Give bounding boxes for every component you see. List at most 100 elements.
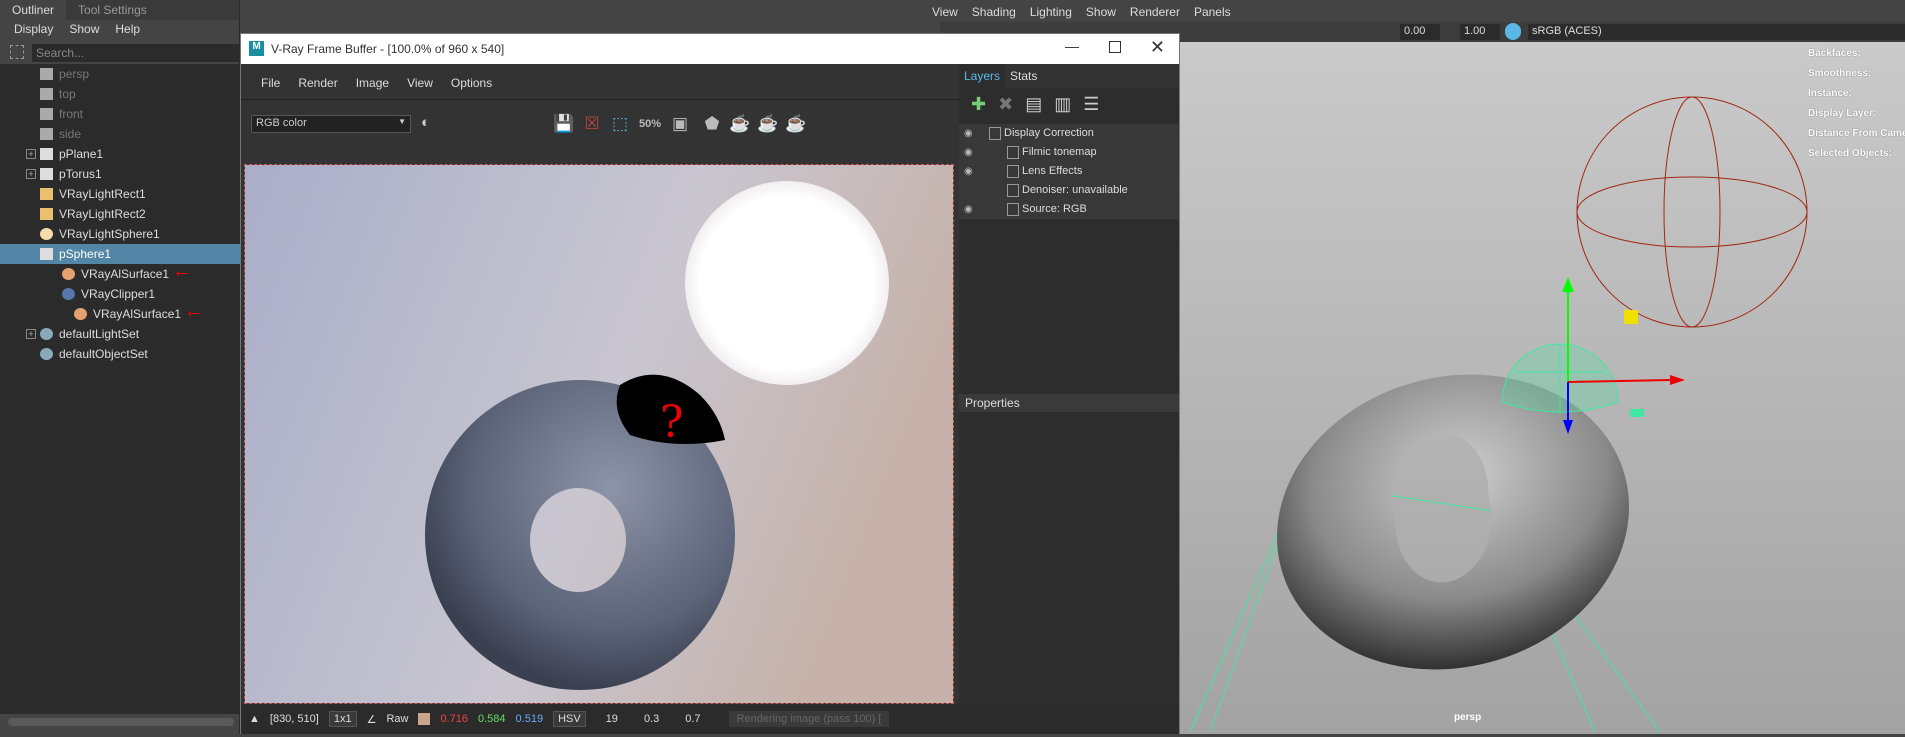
menu-help[interactable]: Help — [115, 22, 140, 38]
save-icon[interactable]: 💾 — [551, 114, 577, 138]
annotation-arrow-icon: ← — [172, 260, 192, 282]
layer-row[interactable]: ◉ Display Correction — [959, 124, 1179, 143]
clear-icon[interactable]: ☒ — [579, 114, 605, 138]
exposure-field[interactable]: 0.00 — [1400, 24, 1440, 40]
layer-row[interactable]: ◉ Source: RGB — [959, 200, 1179, 219]
colorspace-select[interactable]: sRGB (ACES) — [1528, 24, 1905, 40]
color-management-toggle-icon[interactable] — [1505, 23, 1521, 40]
track-mouse-icon[interactable]: ⬟ — [699, 114, 725, 138]
region-render-icon[interactable]: ⬚ — [607, 114, 633, 138]
outliner-item-label: pTorus1 — [59, 167, 102, 181]
rendered-image[interactable]: ? — [244, 164, 954, 704]
outliner-item[interactable]: VRayLightSphere1 — [0, 224, 240, 244]
delete-layer-icon[interactable]: ✖ — [998, 94, 1013, 118]
camera-icon — [40, 68, 53, 80]
outliner-item-label: pSphere1 — [59, 247, 112, 261]
hue-value: 19 — [605, 713, 618, 725]
select-icon[interactable] — [10, 45, 24, 59]
viewport-menu-shading[interactable]: Shading — [972, 5, 1016, 19]
tab-stats[interactable]: Stats — [1005, 64, 1042, 88]
maximize-button[interactable] — [1109, 41, 1121, 53]
sphere-light — [685, 181, 889, 385]
menu-view[interactable]: View — [407, 76, 433, 90]
layer-label: Display Correction — [1004, 127, 1094, 139]
maya-viewport[interactable]: Backfaces: Smoothness: Instance: Display La… — [1180, 42, 1905, 734]
layer-label: Filmic tonemap — [1022, 146, 1097, 158]
layer-row[interactable]: Denoiser: unavailable — [959, 181, 1179, 200]
layer-type-icon — [1007, 184, 1019, 197]
zoom-percent-button[interactable]: 50% — [637, 118, 663, 142]
outliner-item[interactable]: + pTorus1 — [0, 164, 240, 184]
outliner-item[interactable]: front — [0, 104, 240, 124]
viewport-menu-renderer[interactable]: Renderer — [1130, 5, 1180, 19]
close-button[interactable]: ✕ — [1150, 37, 1165, 58]
annotation-question-mark: ? — [660, 397, 684, 448]
layer-options-icon[interactable]: ☰ — [1083, 94, 1099, 118]
visibility-eye-icon[interactable]: ◉ — [964, 143, 973, 162]
menu-options[interactable]: Options — [451, 76, 492, 90]
load-layers-icon[interactable]: ▥ — [1054, 94, 1071, 118]
outliner-item[interactable]: side — [0, 124, 240, 144]
outliner-item[interactable]: VRayLightRect1 — [0, 184, 240, 204]
viewport-menu-show[interactable]: Show — [1086, 5, 1116, 19]
tab-tool-settings[interactable]: Tool Settings — [66, 0, 159, 20]
outliner-item[interactable]: pSphere1 — [0, 244, 240, 264]
transform-icon — [40, 148, 53, 160]
add-layer-icon[interactable]: ✚ — [971, 94, 986, 118]
expand-icon[interactable]: + — [26, 149, 36, 159]
layer-row[interactable]: ◉ Filmic tonemap — [959, 143, 1179, 162]
tab-outliner[interactable]: Outliner — [0, 0, 67, 20]
layer-type-icon — [1007, 203, 1019, 216]
gamma-field[interactable]: 1.00 — [1460, 24, 1500, 40]
green-value: 0.584 — [478, 713, 506, 725]
outliner-item[interactable]: VRayAlSurface1 ← — [0, 260, 240, 284]
color-picker-icon[interactable]: ∠ — [367, 713, 377, 726]
menu-display[interactable]: Display — [14, 22, 53, 38]
camera-icon — [40, 88, 53, 100]
compare-icon[interactable]: ▣ — [667, 114, 693, 138]
expand-icon[interactable]: + — [26, 169, 36, 179]
expand-icon[interactable]: + — [26, 329, 36, 339]
interactive-render-icon[interactable]: ☕ — [727, 114, 753, 138]
menu-render[interactable]: Render — [298, 76, 337, 90]
horizontal-scrollbar[interactable] — [8, 718, 234, 726]
material-sphere-icon — [74, 308, 87, 320]
menu-file[interactable]: File — [261, 76, 280, 90]
tab-layers[interactable]: Layers — [959, 64, 1006, 88]
color-wheel-icon[interactable]: ◐ — [421, 114, 430, 131]
outliner-item[interactable]: VRayLightRect2 — [0, 204, 240, 224]
visibility-eye-icon[interactable]: ◉ — [964, 200, 973, 219]
viewport-menu-view[interactable]: View — [932, 5, 958, 19]
set-icon — [40, 328, 53, 340]
outliner-item[interactable]: + defaultLightSet — [0, 324, 240, 344]
visibility-eye-icon[interactable]: ◉ — [964, 124, 973, 143]
channel-select[interactable]: RGB color ▼ — [251, 115, 411, 133]
transform-icon — [40, 248, 53, 260]
minimize-button[interactable]: — — [1065, 38, 1079, 54]
color-mode[interactable]: Raw — [386, 713, 408, 725]
outliner-item[interactable]: VRayClipper1 — [0, 284, 240, 304]
menu-show[interactable]: Show — [69, 22, 99, 38]
window-titlebar[interactable]: M V-Ray Frame Buffer - [100.0% of 960 x … — [241, 34, 1179, 64]
layer-row[interactable]: ◉ Lens Effects — [959, 162, 1179, 181]
outliner-item[interactable]: defaultObjectSet — [0, 344, 240, 364]
sampling-select[interactable]: 1x1 — [328, 711, 357, 727]
lock-icon[interactable]: ▲ — [249, 713, 260, 725]
outliner-item[interactable]: persp — [0, 64, 240, 84]
visibility-eye-icon[interactable]: ◉ — [964, 162, 973, 181]
outliner-item[interactable]: top — [0, 84, 240, 104]
camera-icon — [40, 108, 53, 120]
rect-light-icon — [40, 188, 53, 200]
outliner-item[interactable]: + pPlane1 — [0, 144, 240, 164]
viewport-menu-panels[interactable]: Panels — [1194, 5, 1231, 19]
properties-header: Properties — [959, 394, 1179, 412]
menu-image[interactable]: Image — [356, 76, 389, 90]
save-layers-icon[interactable]: ▤ — [1025, 94, 1042, 118]
stop-render-icon[interactable]: ☕ — [755, 114, 781, 138]
outliner-item-label: VRayAlSurface1 — [81, 267, 170, 281]
colorspace-select[interactable]: HSV — [553, 711, 586, 727]
search-input[interactable]: Search... — [32, 44, 242, 62]
render-icon[interactable]: ☕ — [783, 114, 809, 138]
viewport-menu-lighting[interactable]: Lighting — [1030, 5, 1072, 19]
outliner-item[interactable]: VRayAlSurface1 ← — [0, 301, 240, 324]
